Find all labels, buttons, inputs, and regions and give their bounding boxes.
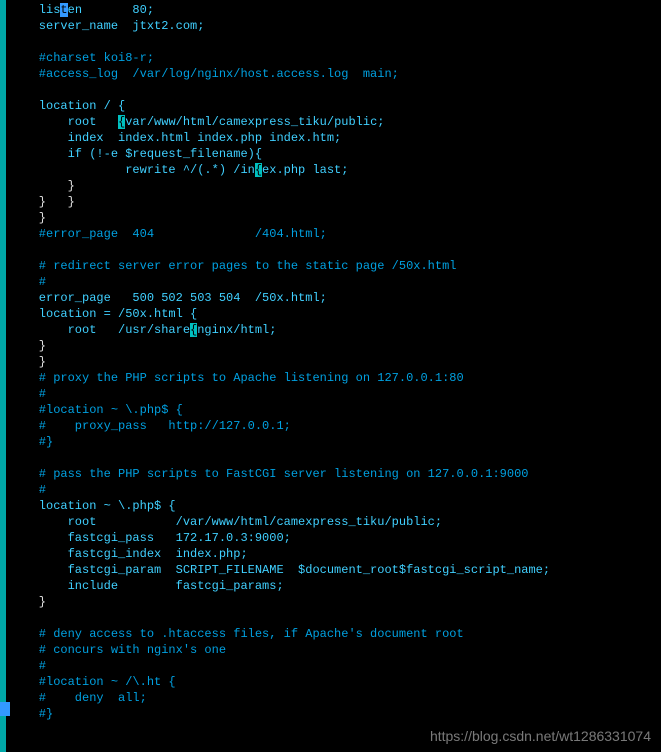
code-line: } — [10, 338, 550, 354]
code-line — [10, 242, 550, 258]
code-line: if (!-e $request_filename){ — [10, 146, 550, 162]
code-line: include fastcgi_params; — [10, 578, 550, 594]
code-line: } — [10, 178, 550, 194]
code-line: #} — [10, 434, 550, 450]
code-line: } — [10, 210, 550, 226]
code-line: server_name jtxt2.com; — [10, 18, 550, 34]
code-line: location / { — [10, 98, 550, 114]
cursor-block-bottom — [0, 702, 10, 716]
code-line: root /var/www/html/camexpress_tiku/publi… — [10, 514, 550, 530]
code-line: #location ~ /\.ht { — [10, 674, 550, 690]
code-line: # — [10, 658, 550, 674]
code-line: # concurs with nginx's one — [10, 642, 550, 658]
editor-gutter — [0, 0, 6, 752]
code-line: #access_log /var/log/nginx/host.access.l… — [10, 66, 550, 82]
code-line: root /usr/share{nginx/html; — [10, 322, 550, 338]
watermark-text: https://blog.csdn.net/wt1286331074 — [430, 728, 651, 744]
code-line: fastcgi_pass 172.17.0.3:9000; — [10, 530, 550, 546]
code-line: fastcgi_param SCRIPT_FILENAME $document_… — [10, 562, 550, 578]
code-line: #error_page 404 /404.html; — [10, 226, 550, 242]
code-line: listen 80; — [10, 2, 550, 18]
code-line: location = /50x.html { — [10, 306, 550, 322]
code-line: #} — [10, 706, 550, 722]
code-line: # deny access to .htaccess files, if Apa… — [10, 626, 550, 642]
code-line: rewrite ^/(.*) /in{ex.php last; — [10, 162, 550, 178]
code-line: } — [10, 354, 550, 370]
code-line: # redirect server error pages to the sta… — [10, 258, 550, 274]
code-line: # — [10, 274, 550, 290]
code-line: # deny all; — [10, 690, 550, 706]
code-line: root {var/www/html/camexpress_tiku/publi… — [10, 114, 550, 130]
code-line — [10, 610, 550, 626]
code-line — [10, 34, 550, 50]
code-line: fastcgi_index index.php; — [10, 546, 550, 562]
code-line: # proxy_pass http://127.0.0.1; — [10, 418, 550, 434]
code-line: location ~ \.php$ { — [10, 498, 550, 514]
code-line — [10, 450, 550, 466]
code-line: # proxy the PHP scripts to Apache listen… — [10, 370, 550, 386]
code-line — [10, 82, 550, 98]
code-line: # — [10, 386, 550, 402]
code-line: index index.html index.php index.htm; — [10, 130, 550, 146]
code-line: } — [10, 594, 550, 610]
code-line: error_page 500 502 503 504 /50x.html; — [10, 290, 550, 306]
code-line: # — [10, 482, 550, 498]
code-line: #location ~ \.php$ { — [10, 402, 550, 418]
code-line: # pass the PHP scripts to FastCGI server… — [10, 466, 550, 482]
code-line: } } — [10, 194, 550, 210]
nginx-config-code[interactable]: listen 80; server_name jtxt2.com; #chars… — [10, 2, 550, 722]
code-line: #charset koi8-r; — [10, 50, 550, 66]
